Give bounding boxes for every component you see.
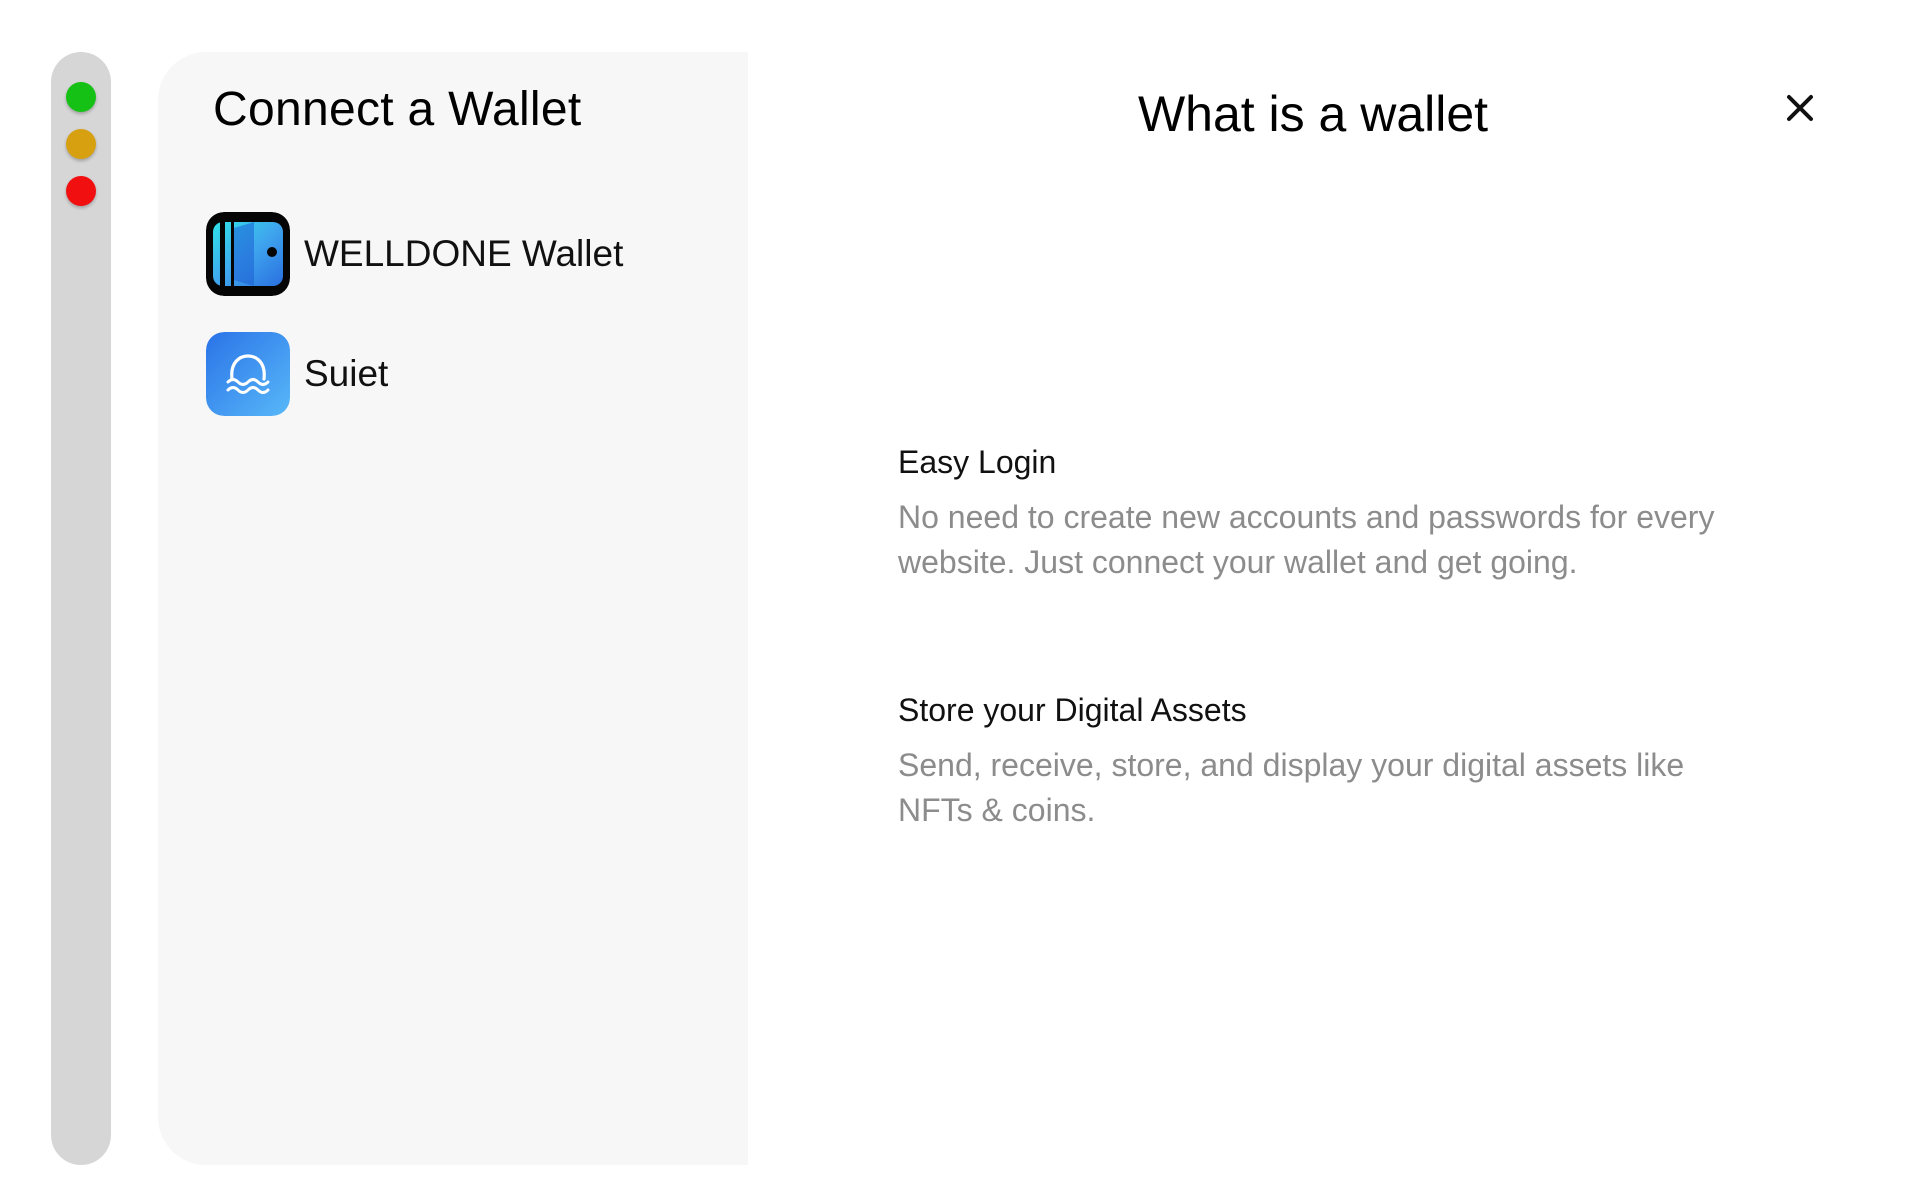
wallet-name: WELLDONE Wallet bbox=[304, 233, 624, 274]
close-icon bbox=[1787, 95, 1813, 121]
suiet-wallet-icon bbox=[206, 332, 290, 416]
window-maximize-button[interactable] bbox=[66, 82, 96, 112]
close-button[interactable] bbox=[1780, 88, 1820, 128]
info-heading: Easy Login bbox=[898, 444, 1057, 480]
wallet-info-panel: What is a wallet Easy Login No need to c… bbox=[748, 52, 1878, 1165]
wallet-list-panel: Connect a Wallet WELLDONE Wallet Suiet bbox=[158, 52, 748, 1165]
window-minimize-button[interactable] bbox=[66, 129, 96, 159]
window-close-button[interactable] bbox=[66, 176, 96, 206]
info-text: No need to create new accounts and passw… bbox=[898, 499, 1715, 580]
info-section-easy-login: Easy Login No need to create new account… bbox=[898, 444, 1738, 585]
wallet-list: WELLDONE Wallet Suiet bbox=[206, 212, 726, 452]
wallet-name: Suiet bbox=[304, 353, 389, 394]
connect-wallet-title: Connect a Wallet bbox=[213, 83, 582, 136]
info-section-digital-assets: Store your Digital Assets Send, receive,… bbox=[898, 692, 1738, 833]
info-heading: Store your Digital Assets bbox=[898, 692, 1247, 728]
info-text: Send, receive, store, and display your d… bbox=[898, 747, 1685, 828]
window-control-bar bbox=[51, 52, 111, 1165]
wallet-option-suiet[interactable]: Suiet bbox=[206, 332, 726, 416]
wallet-option-welldone[interactable]: WELLDONE Wallet bbox=[206, 212, 726, 296]
connect-wallet-modal: Connect a Wallet WELLDONE Wallet Suiet W… bbox=[158, 52, 1878, 1165]
what-is-wallet-title: What is a wallet bbox=[1137, 86, 1489, 142]
welldone-wallet-icon bbox=[206, 212, 290, 296]
